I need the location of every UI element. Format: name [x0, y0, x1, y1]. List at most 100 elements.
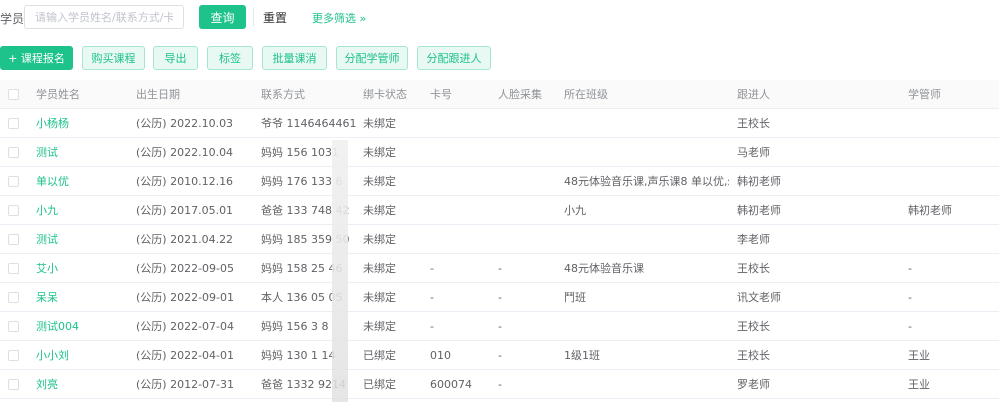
select-all-checkbox[interactable] — [8, 89, 19, 100]
card-status: 未绑定 — [363, 175, 396, 188]
row-checkbox[interactable] — [8, 379, 19, 390]
class-name — [564, 312, 729, 341]
col-face: 人脸采集 — [498, 88, 542, 101]
student-table: 学员姓名 出生日期 联系方式 绑卡状态 卡号 人脸采集 所在班级 跟进人 学管师… — [0, 80, 999, 399]
referrer: 马老师 — [737, 146, 770, 159]
class-name — [564, 109, 729, 138]
class-name — [564, 370, 729, 399]
referrer: 李老师 — [737, 233, 770, 246]
referrer: 王校长 — [737, 262, 770, 275]
more-filters-link[interactable]: 更多筛选 » — [312, 10, 366, 26]
class-name: 48元体验音乐课,声乐课8 单以优,幼... — [564, 175, 729, 188]
class-name: 48元体验音乐课 — [564, 262, 644, 275]
referrer: 王校长 — [737, 117, 770, 130]
card-number: - — [430, 262, 434, 275]
face-capture: - — [498, 378, 502, 391]
table-row: 单以优 (公历) 2010.12.16 妈妈 176 133 6 未绑定 48元体验音乐… — [0, 167, 999, 196]
query-button[interactable]: 查询 — [199, 5, 246, 29]
student-name-link[interactable]: 单以优 — [36, 167, 69, 196]
class-name: 小九 — [564, 204, 586, 217]
row-checkbox[interactable] — [8, 176, 19, 187]
contact-info: 妈妈 176 133 6 — [261, 175, 343, 188]
table-row: 测试004 (公历) 2022-07-04 妈妈 156 3 8 未绑定 - - 王校长 - — [0, 312, 999, 341]
col-card-no: 卡号 — [430, 88, 452, 101]
buy-course-button[interactable]: 购买课程 — [82, 46, 145, 70]
reset-button[interactable]: 重置 — [259, 5, 291, 29]
enroll-button[interactable]: + 课程报名 — [0, 46, 73, 70]
student-name-link[interactable]: 艾小 — [36, 254, 58, 283]
row-checkbox[interactable] — [8, 118, 19, 129]
card-status: 已绑定 — [363, 378, 396, 391]
table-row: 测试 (公历) 2022.10.04 妈妈 156 1031 未绑定 马老师 — [0, 138, 999, 167]
referrer: 韩初老师 — [737, 175, 781, 188]
face-capture: - — [498, 349, 502, 362]
row-checkbox[interactable] — [8, 263, 19, 274]
row-checkbox[interactable] — [8, 350, 19, 361]
contact-info: 妈妈 130 1 14 — [261, 349, 336, 362]
card-status: 未绑定 — [363, 233, 396, 246]
tag-button[interactable]: 标签 — [207, 46, 253, 70]
card-number: - — [430, 291, 434, 304]
col-card-status: 绑卡状态 — [363, 88, 407, 101]
student-name-link[interactable]: 小杨杨 — [36, 109, 69, 138]
face-capture: - — [498, 320, 502, 333]
student-name-link[interactable]: 测试 — [36, 225, 58, 254]
assign-referrer-button[interactable]: 分配跟进人 — [417, 46, 491, 70]
student-name-link[interactable]: 小小刘 — [36, 341, 69, 370]
birth-date: (公历) 2010.12.16 — [136, 175, 234, 188]
birth-date: (公历) 2022.10.03 — [136, 117, 234, 130]
student-name-link[interactable]: 刘亮 — [36, 370, 58, 399]
class-name: 1级1班 — [564, 349, 600, 362]
manager: - — [908, 291, 912, 304]
card-status: 未绑定 — [363, 262, 396, 275]
row-checkbox[interactable] — [8, 147, 19, 158]
table-row: 小杨杨 (公历) 2022.10.03 爷爷 1146464461 未绑定 王校长 — [0, 109, 999, 138]
student-name-link[interactable]: 呆呆 — [36, 283, 58, 312]
class-name: 鬥班 — [564, 291, 586, 304]
referrer: 罗老师 — [737, 378, 770, 391]
privacy-mask — [332, 140, 348, 402]
card-status: 已绑定 — [363, 349, 396, 362]
row-checkbox[interactable] — [8, 292, 19, 303]
table-header: 学员姓名 出生日期 联系方式 绑卡状态 卡号 人脸采集 所在班级 跟进人 学管师 — [0, 80, 999, 109]
birth-date: (公历) 2022.10.04 — [136, 146, 234, 159]
birth-date: (公历) 2022-09-05 — [136, 262, 235, 275]
contact-info: 妈妈 156 3 8 — [261, 320, 329, 333]
manager: 王业 — [908, 378, 930, 391]
export-button[interactable]: 导出 — [153, 46, 198, 70]
birth-date: (公历) 2017.05.01 — [136, 204, 234, 217]
row-checkbox[interactable] — [8, 205, 19, 216]
class-name — [564, 138, 729, 167]
card-status: 未绑定 — [363, 291, 396, 304]
manager: 韩初老师 — [908, 204, 952, 217]
table-row: 艾小 (公历) 2022-09-05 妈妈 158 25 46 未绑定 - - 48元体验音… — [0, 254, 999, 283]
row-checkbox[interactable] — [8, 234, 19, 245]
assign-manager-button[interactable]: 分配学管师 — [336, 46, 408, 70]
face-capture: - — [498, 262, 502, 275]
student-name-link[interactable]: 测试004 — [36, 312, 79, 341]
birth-date: (公历) 2022-04-01 — [136, 349, 235, 362]
row-checkbox[interactable] — [8, 321, 19, 332]
birth-date: (公历) 2021.04.22 — [136, 233, 234, 246]
student-name-link[interactable]: 测试 — [36, 138, 58, 167]
contact-info: 妈妈 156 1031 — [261, 146, 339, 159]
table-row: 小九 (公历) 2017.05.01 爸爸 133 748 42 未绑定 小九 韩初老师韩… — [0, 196, 999, 225]
card-status: 未绑定 — [363, 117, 396, 130]
table-row: 刘亮 (公历) 2012-07-31 爸爸 1332 9214 已绑定 600074- 罗… — [0, 370, 999, 399]
student-name-link[interactable]: 小九 — [36, 196, 58, 225]
col-name: 学员姓名 — [36, 88, 80, 101]
face-capture: - — [498, 291, 502, 304]
card-number: - — [430, 320, 434, 333]
birth-date: (公历) 2012-07-31 — [136, 378, 235, 391]
card-status: 未绑定 — [363, 146, 396, 159]
search-input[interactable] — [24, 5, 184, 29]
batch-cancel-button[interactable]: 批量课消 — [262, 46, 327, 70]
card-status: 未绑定 — [363, 320, 396, 333]
action-toolbar: + 课程报名 购买课程 导出 标签 批量课消 分配学管师 分配跟进人 — [0, 46, 999, 70]
col-birth: 出生日期 — [136, 88, 180, 101]
col-contact: 联系方式 — [261, 88, 305, 101]
birth-date: (公历) 2022-09-01 — [136, 291, 235, 304]
contact-info: 本人 136 05 05 — [261, 291, 343, 304]
divider — [253, 8, 254, 26]
col-referrer: 跟进人 — [737, 88, 770, 101]
